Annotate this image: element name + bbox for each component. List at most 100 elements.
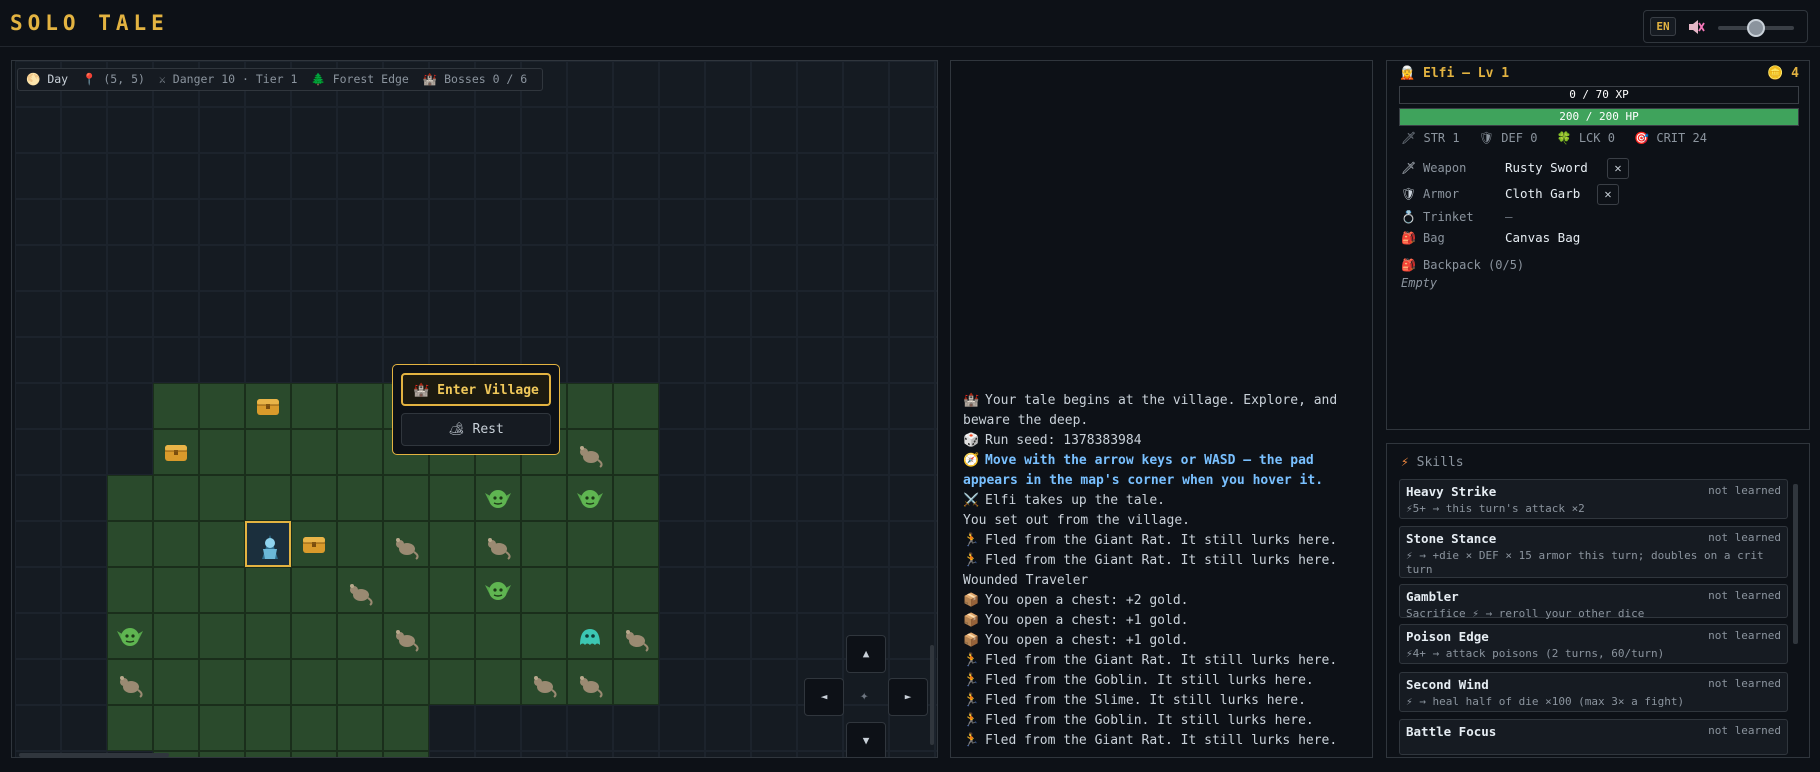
map-tile[interactable] [337, 291, 383, 337]
map-tile[interactable] [107, 475, 153, 521]
map-tile[interactable] [659, 613, 705, 659]
map-tile[interactable] [61, 613, 107, 659]
treasure-chest-icon[interactable] [291, 521, 337, 567]
map-tile[interactable] [843, 337, 889, 383]
map-tile[interactable] [797, 751, 843, 757]
map-tile[interactable] [935, 291, 937, 337]
map-tile[interactable] [107, 291, 153, 337]
map-tile[interactable] [797, 61, 843, 107]
map-tile[interactable] [383, 659, 429, 705]
map-tile[interactable] [61, 199, 107, 245]
map-tile[interactable] [107, 521, 153, 567]
giant-rat-icon[interactable] [567, 659, 613, 705]
map-tile[interactable] [935, 153, 937, 199]
map-tile[interactable] [797, 245, 843, 291]
map-tile[interactable] [61, 153, 107, 199]
map-tile[interactable] [337, 475, 383, 521]
map-tile[interactable] [337, 521, 383, 567]
map-tile[interactable] [153, 383, 199, 429]
map-tile[interactable] [751, 429, 797, 475]
map-tile[interactable] [889, 521, 935, 567]
map-tile[interactable] [521, 567, 567, 613]
map-tile[interactable] [337, 429, 383, 475]
map-tile[interactable] [935, 107, 937, 153]
map-tile[interactable] [751, 291, 797, 337]
map-tile[interactable] [797, 199, 843, 245]
map-tile[interactable] [245, 475, 291, 521]
unequip-weapon-button[interactable]: ✕ [1607, 158, 1629, 179]
map-tile[interactable] [843, 567, 889, 613]
map-tile[interactable] [797, 567, 843, 613]
map-tile[interactable] [889, 751, 935, 757]
map-tile[interactable] [383, 751, 429, 757]
map-tile[interactable] [613, 245, 659, 291]
map-tile[interactable] [705, 61, 751, 107]
map-tile[interactable] [751, 659, 797, 705]
goblin-icon[interactable] [567, 475, 613, 521]
map-tile[interactable] [15, 199, 61, 245]
map-tile[interactable] [843, 153, 889, 199]
map-tile[interactable] [613, 751, 659, 757]
map-tile[interactable] [199, 521, 245, 567]
map-tile[interactable] [567, 705, 613, 751]
map-tile[interactable] [383, 245, 429, 291]
dpad-up-button[interactable]: ▲ [846, 635, 886, 673]
map-tile[interactable] [659, 107, 705, 153]
map-tile[interactable] [199, 751, 245, 757]
map-tile[interactable] [521, 751, 567, 757]
map-tile[interactable] [705, 245, 751, 291]
enter-village-button[interactable]: 🏰 Enter Village [401, 373, 551, 406]
map-tile[interactable] [797, 153, 843, 199]
map-tile[interactable] [199, 199, 245, 245]
map-tile[interactable] [291, 659, 337, 705]
goblin-icon[interactable] [475, 567, 521, 613]
map-tile[interactable] [15, 475, 61, 521]
map-tile[interactable] [705, 521, 751, 567]
map-tile[interactable] [567, 61, 613, 107]
skills-scrollbar[interactable] [1793, 484, 1798, 644]
map-tile[interactable] [935, 613, 937, 659]
map-tile[interactable] [61, 521, 107, 567]
map-tile[interactable] [613, 291, 659, 337]
map-tile[interactable] [291, 429, 337, 475]
map-tile[interactable] [889, 475, 935, 521]
map-tile[interactable] [245, 429, 291, 475]
map-tile[interactable] [935, 475, 937, 521]
map-tile[interactable] [843, 199, 889, 245]
map-tile[interactable] [751, 567, 797, 613]
map-tile[interactable] [153, 521, 199, 567]
map-tile[interactable] [659, 199, 705, 245]
map-tile[interactable] [705, 429, 751, 475]
map-tile[interactable] [521, 613, 567, 659]
map-tile[interactable] [613, 153, 659, 199]
map-tile[interactable] [567, 153, 613, 199]
map-tile[interactable] [199, 659, 245, 705]
dpad-right-button[interactable]: ► [888, 678, 928, 716]
map-tile[interactable] [291, 751, 337, 757]
map-tile[interactable] [383, 107, 429, 153]
map-tile[interactable] [15, 107, 61, 153]
map-tile[interactable] [475, 107, 521, 153]
map-tile[interactable] [935, 61, 937, 107]
map-tile[interactable] [337, 107, 383, 153]
map-tile[interactable] [705, 567, 751, 613]
map-tile[interactable] [521, 521, 567, 567]
map-tile[interactable] [521, 475, 567, 521]
map-tile[interactable] [429, 245, 475, 291]
map-tile[interactable] [429, 567, 475, 613]
map-tile[interactable] [705, 475, 751, 521]
map-tile[interactable] [935, 337, 937, 383]
map-tile[interactable] [751, 337, 797, 383]
map-tile[interactable] [567, 337, 613, 383]
map-tile[interactable] [245, 751, 291, 757]
map-tile[interactable] [107, 429, 153, 475]
map-tile[interactable] [843, 291, 889, 337]
map-tile[interactable] [889, 337, 935, 383]
map-tile[interactable] [383, 153, 429, 199]
map-horizontal-scrollbar[interactable] [19, 753, 169, 757]
map-tile[interactable] [199, 245, 245, 291]
skill-card[interactable]: Heavy Strike not learned ⚡5+ → this turn's… [1399, 479, 1788, 519]
skill-card[interactable]: Stone Stance not learned ⚡ → +die × DEF × … [1399, 526, 1788, 578]
map-tile[interactable] [889, 199, 935, 245]
map-tile[interactable] [153, 705, 199, 751]
